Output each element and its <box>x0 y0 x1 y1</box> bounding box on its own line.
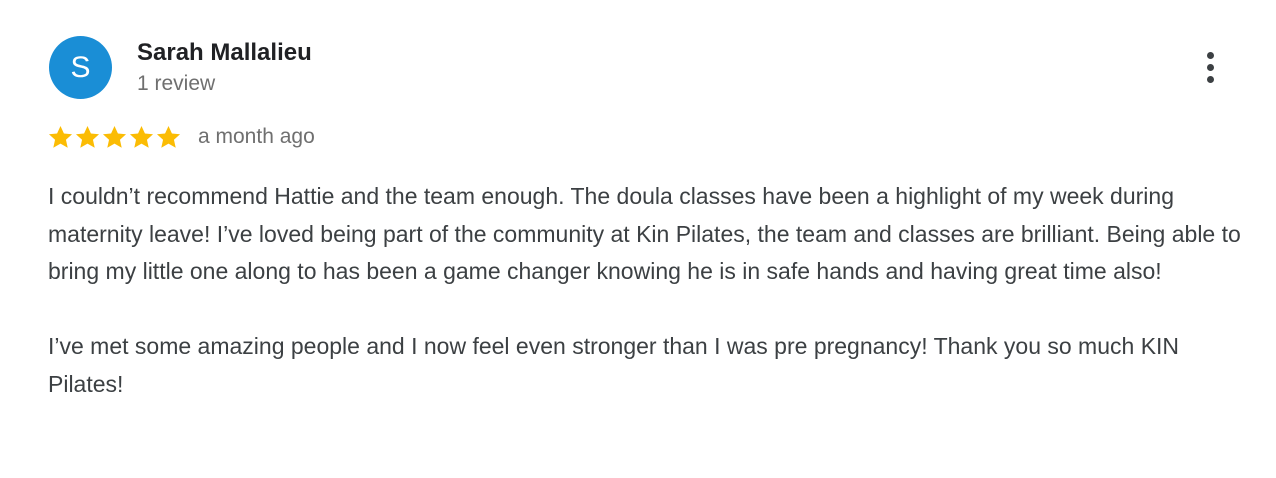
review-time: a month ago <box>198 125 315 148</box>
review-paragraph: I’ve met some amazing people and I now f… <box>48 333 1180 397</box>
more-options-button[interactable] <box>1190 44 1230 90</box>
avatar[interactable]: S <box>49 36 112 99</box>
star-icon <box>102 125 127 148</box>
more-vert-icon <box>1206 75 1214 83</box>
star-rating <box>47 124 182 151</box>
star-icon <box>75 125 100 148</box>
review-count: 1 review <box>137 72 216 95</box>
rating-row: a month ago <box>47 122 315 152</box>
star-icon <box>48 125 73 148</box>
review-paragraph: I couldn’t recommend Hattie and the team… <box>48 183 1241 284</box>
more-vert-icon <box>1206 51 1214 59</box>
more-vert-icon <box>1206 63 1214 71</box>
star-icon <box>156 125 181 148</box>
reviewer-name[interactable]: Sarah Mallalieu <box>137 38 312 68</box>
review-text: I couldn’t recommend Hattie and the team… <box>48 178 1248 403</box>
star-icon <box>129 125 154 148</box>
